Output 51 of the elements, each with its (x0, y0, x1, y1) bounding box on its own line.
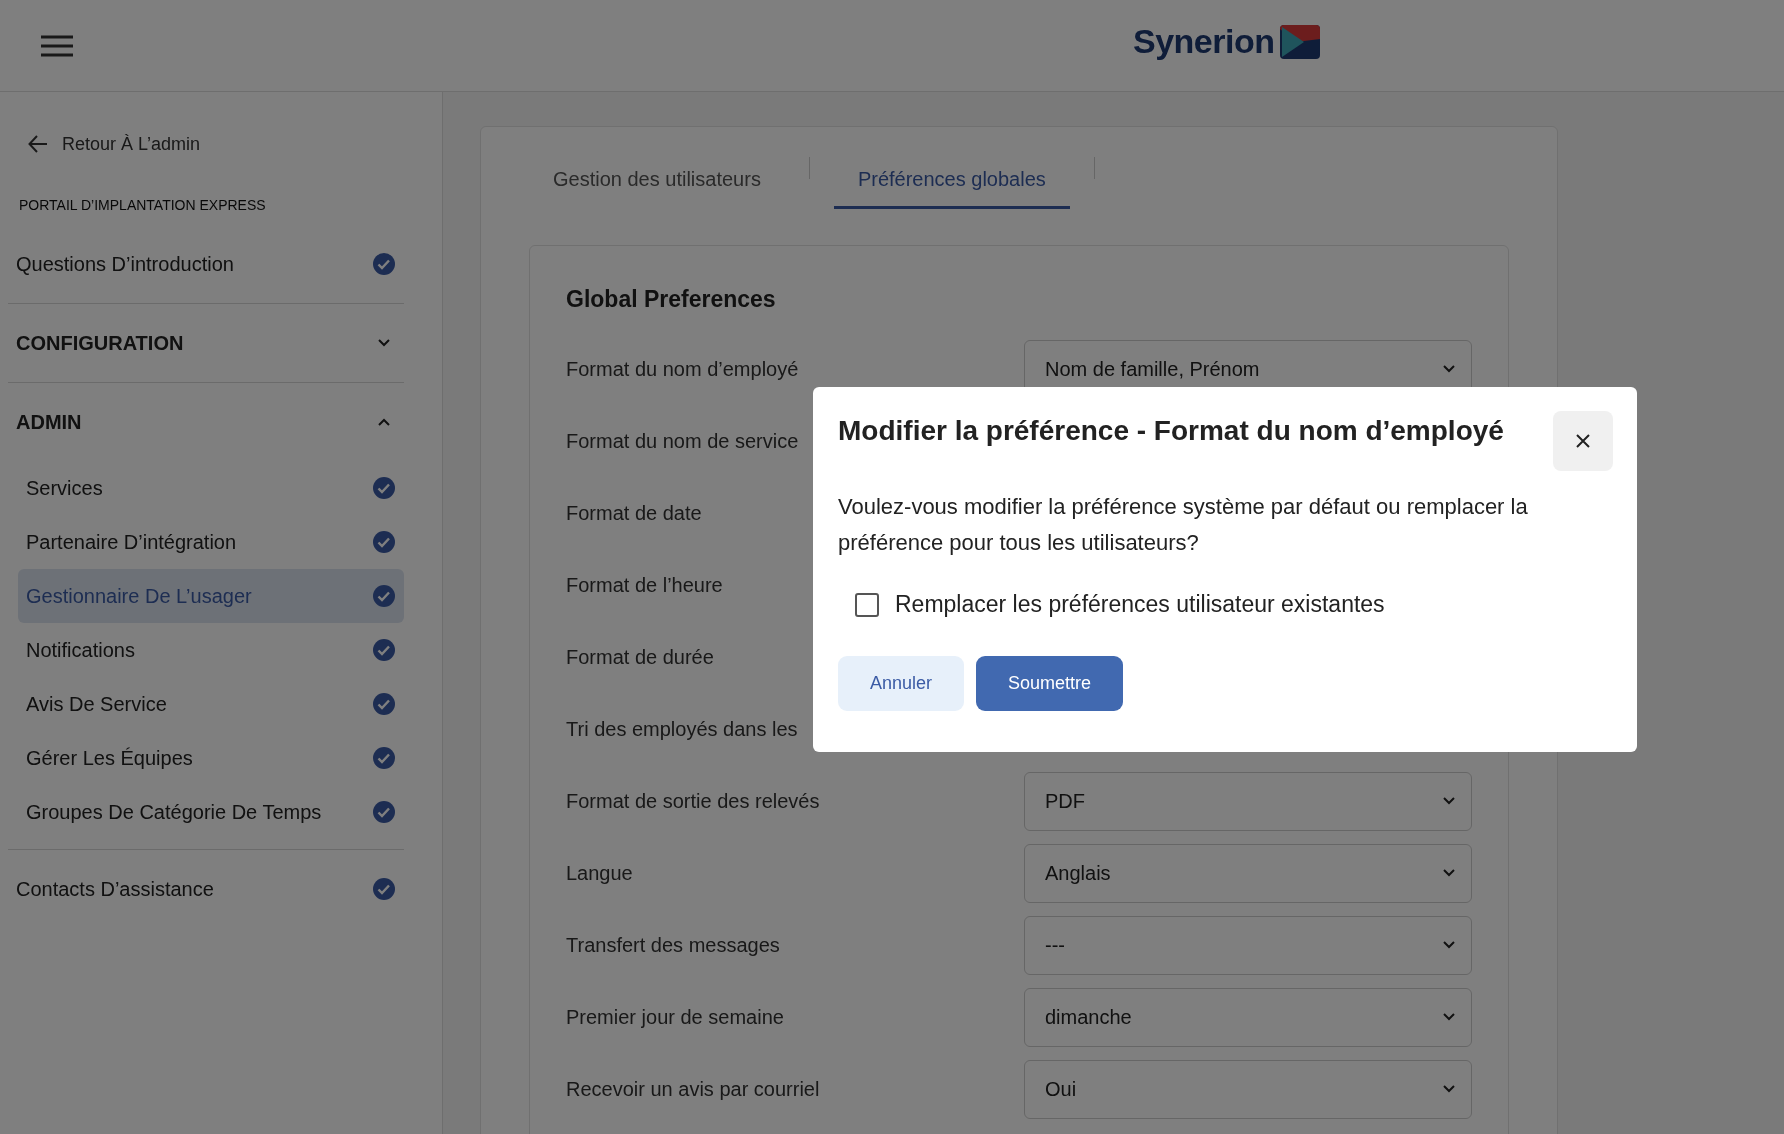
section-header[interactable]: CONFIGURATION (8, 304, 404, 382)
nav-item[interactable]: Contacts D’assistance (8, 850, 404, 928)
nav-item[interactable]: Avis De Service (18, 677, 404, 731)
select-field[interactable]: Oui (1024, 1059, 1472, 1119)
dialog-message: Voulez-vous modifier la préférence système par défaut ou remplacer la préférence pour tous les utilisateurs? (838, 493, 1529, 557)
chevron-down-icon (1441, 1084, 1457, 1094)
portal-title: PORTAIL D’IMPLANTATION EXPRESS (19, 197, 267, 213)
nav-item[interactable]: Questions D’introduction (8, 225, 404, 303)
nav-item[interactable]: Gérer Les Équipes (18, 731, 404, 785)
tab[interactable]: Préférences globales (833, 127, 1070, 209)
chevron-down-icon[interactable] (376, 338, 392, 348)
nav-item[interactable]: Services (18, 461, 404, 515)
preference-label: Recevoir un avis par courriel (566, 1077, 820, 1100)
preference-label: Premier jour de semaine (566, 1005, 784, 1028)
dialog-title: Modifier la préférence - Format du nom d’employé (838, 415, 1504, 447)
chevron-down-icon (1441, 868, 1457, 878)
close-icon (1575, 433, 1591, 449)
preference-label: Format de sortie des relevés (566, 789, 820, 812)
submit-button[interactable]: Soumettre (976, 656, 1124, 711)
preference-label: Format de date (566, 501, 702, 524)
checkbox[interactable] (855, 592, 879, 617)
nav-item[interactable]: Gestionnaire De L’usager (18, 569, 404, 623)
select-field[interactable]: --- (1024, 915, 1472, 975)
select-field[interactable]: dimanche (1024, 987, 1472, 1047)
cancel-button[interactable]: Annuler (838, 656, 965, 711)
checkbox-label: Remplacer les préférences utilisateur existantes (895, 591, 1385, 618)
preference-label: Langue (566, 861, 633, 884)
preference-label: Format du nom d’employé (566, 357, 799, 380)
section-title: Global Preferences (566, 286, 777, 313)
chevron-down-icon (1441, 1012, 1457, 1022)
preference-label: Format de durée (566, 645, 714, 668)
preference-label: Format de l’heure (566, 573, 723, 596)
chevron-down-icon (1441, 364, 1457, 374)
chevron-down-icon (1441, 796, 1457, 806)
preference-label: Tri des employés dans les (566, 717, 798, 740)
nav-item[interactable]: Groupes De Catégorie De Temps (18, 785, 404, 839)
section-header[interactable]: ADMIN (8, 383, 404, 461)
arrow-left-icon (28, 135, 48, 153)
preference-label: Format du nom de service (566, 429, 799, 452)
nav-item[interactable]: Partenaire D’intégration (18, 515, 404, 569)
menu-icon[interactable] (40, 34, 74, 57)
preference-label: Transfert des messages (566, 933, 780, 956)
chevron-up-icon[interactable] (376, 417, 392, 427)
back-link[interactable]: Retour À L’admin (28, 126, 404, 162)
chevron-down-icon (1441, 940, 1457, 950)
brand-logo: Synerion (1133, 22, 1275, 61)
select-field[interactable]: PDF (1024, 771, 1472, 831)
flag-logo-icon (1280, 24, 1321, 59)
tab[interactable]: Gestion des utilisateurs (529, 127, 785, 209)
nav-item[interactable]: Notifications (18, 623, 404, 677)
select-field[interactable]: Anglais (1024, 843, 1472, 903)
